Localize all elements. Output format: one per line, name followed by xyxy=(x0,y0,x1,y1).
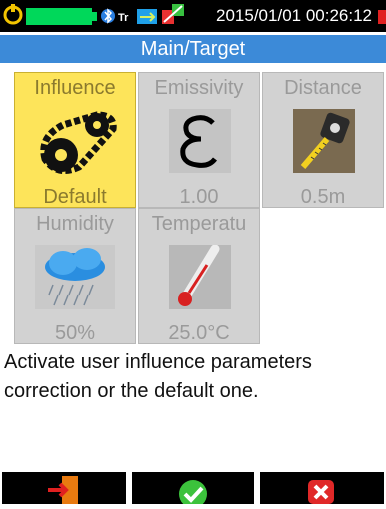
datetime-readout: 2015/01/01 00:26:12 xyxy=(216,6,372,25)
confirm-check-icon xyxy=(179,480,207,508)
tile-label: Distance xyxy=(284,77,362,99)
softkey-bar xyxy=(0,472,386,508)
tile-label: Temperatu xyxy=(151,213,247,235)
tile-value: Default xyxy=(43,186,107,208)
bluetooth-icon xyxy=(101,8,115,24)
svg-text:Tr: Tr xyxy=(118,12,129,24)
page-title: Main/Target xyxy=(0,35,386,63)
exit-button[interactable] xyxy=(2,472,126,504)
tile-value: 50% xyxy=(54,322,96,344)
tile-influence[interactable]: Influence Default xyxy=(14,72,136,208)
thermometer-alert-icon xyxy=(162,4,184,24)
gears-chain-icon xyxy=(40,111,117,175)
confirm-button[interactable] xyxy=(132,472,254,508)
exit-door-icon xyxy=(48,476,78,504)
help-text: Activate user influence parameters corre… xyxy=(4,351,312,402)
rain-cloud-icon xyxy=(35,245,115,309)
cancel-button[interactable] xyxy=(260,472,384,504)
tile-emissivity[interactable]: Emissivity 1.00 xyxy=(138,72,260,208)
epsilon-icon xyxy=(169,109,231,173)
tile-distance[interactable]: Distance 0.5m xyxy=(262,72,384,208)
cancel-x-icon xyxy=(308,480,334,504)
usb-icon xyxy=(137,9,157,24)
tile-label: Humidity xyxy=(36,213,114,235)
tape-measure-icon xyxy=(293,109,355,173)
battery-icon xyxy=(26,8,97,25)
tile-value: 1.00 xyxy=(179,186,219,208)
tr-indicator-icon: Tr xyxy=(118,12,129,24)
status-bar: Tr 2015/01/01 00:26:12 xyxy=(0,0,386,32)
tile-value: 25.0°C xyxy=(168,322,230,344)
tile-label: Influence xyxy=(34,77,116,99)
thermometer-icon xyxy=(169,245,231,309)
power-plug-icon xyxy=(3,4,23,25)
tile-label: Emissivity xyxy=(154,77,244,99)
tile-value: 0.5m xyxy=(300,186,346,208)
tile-humidity[interactable]: Humidity 50% xyxy=(14,208,136,344)
tile-temperature[interactable]: Temperatu 25.0°C xyxy=(138,208,260,344)
recording-icon xyxy=(378,10,386,24)
